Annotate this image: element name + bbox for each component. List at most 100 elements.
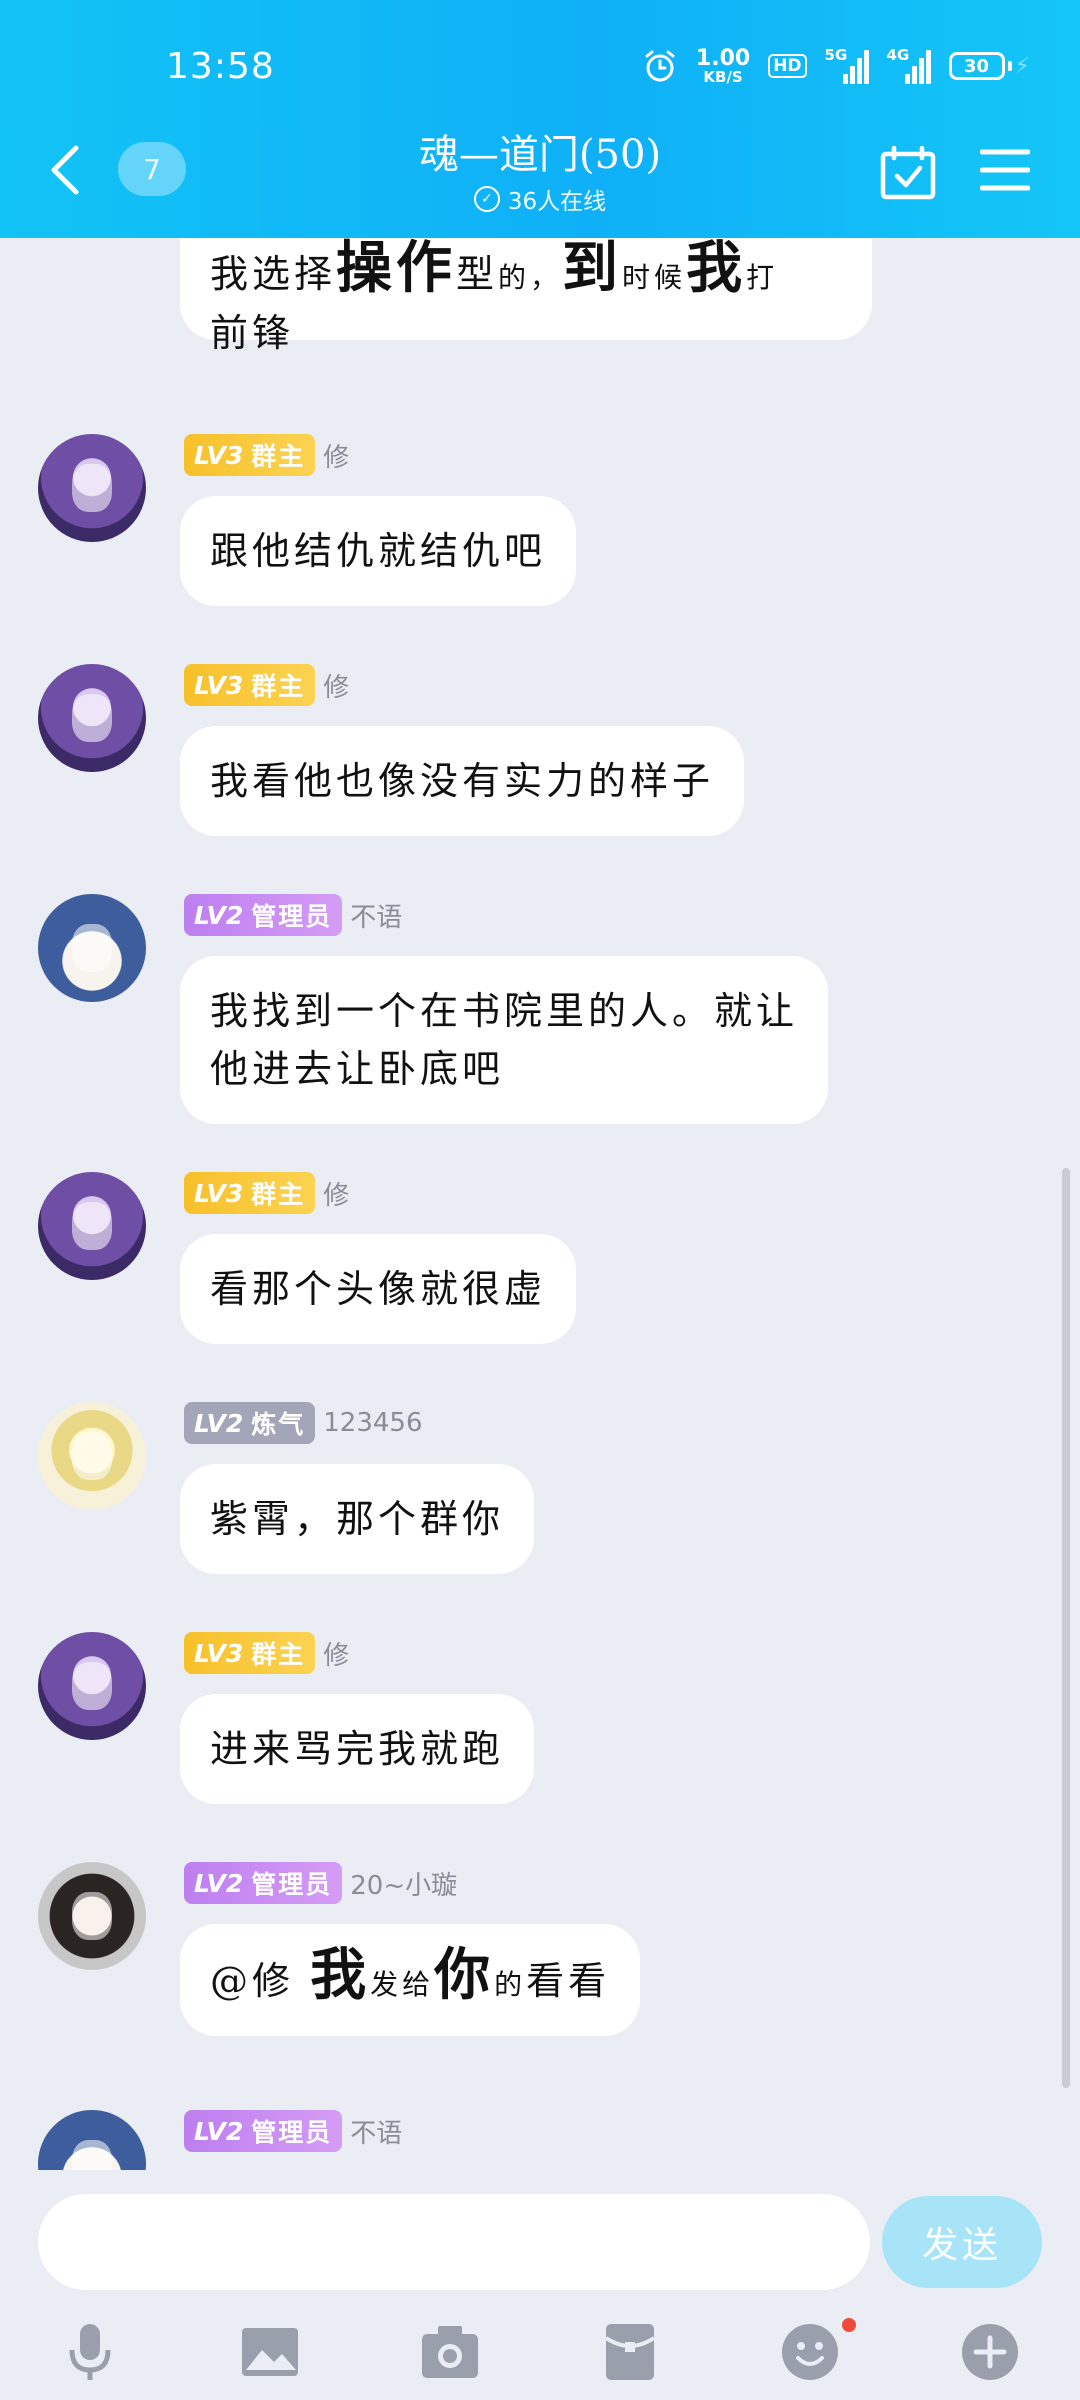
message-bubble[interactable]: 紫霄，那个群你 xyxy=(180,1464,535,1574)
status-time: 13:58 xyxy=(166,46,275,87)
sender-meta: LV2 管理员 不语 xyxy=(184,894,402,936)
avatar[interactable] xyxy=(38,664,146,772)
signal-5g-label: 5G xyxy=(824,46,848,64)
battery-icon: 30 ⚡ xyxy=(948,52,1030,80)
message-text-part: 时候 xyxy=(622,261,687,294)
level-text: LV2 xyxy=(194,900,244,930)
signal-4g-icon: 4G xyxy=(886,46,931,84)
message-text-part: 我选择 xyxy=(210,252,337,296)
avatar[interactable] xyxy=(38,1402,146,1510)
level-text: LV2 xyxy=(194,1408,244,1438)
avatar[interactable] xyxy=(38,1862,146,1970)
role-text: 管理员 xyxy=(251,2118,333,2147)
message-text-part: 你 xyxy=(434,1942,495,2008)
role-text: 群主 xyxy=(251,442,306,471)
message-input[interactable] xyxy=(38,2194,870,2290)
level-text: LV3 xyxy=(194,670,244,700)
level-text: LV2 xyxy=(194,2116,244,2146)
net-speed: 1.00 KB/S xyxy=(696,47,750,85)
message-text-part: 发给 xyxy=(370,1968,435,2001)
role-text: 炼气 xyxy=(251,1410,306,1439)
calendar-check-icon[interactable] xyxy=(880,146,936,200)
level-badge: LV2 炼气 xyxy=(184,1402,316,1444)
sender-nickname[interactable]: 不语 xyxy=(350,897,402,934)
sender-nickname[interactable]: 20~小璇 xyxy=(350,1865,457,1902)
sender-meta: LV3 群主 修 xyxy=(184,1632,349,1674)
message-text-part: 打 xyxy=(746,261,779,294)
level-badge: LV2 管理员 xyxy=(184,2110,343,2152)
menu-icon[interactable] xyxy=(980,148,1030,192)
plus-icon[interactable] xyxy=(958,2320,1022,2384)
charging-icon: ⚡ xyxy=(1014,53,1030,79)
message-text-part: 我 xyxy=(310,1942,371,2008)
message-text-part: 的 xyxy=(494,1968,527,2001)
message-text-part: 看看 xyxy=(526,1959,611,2003)
role-text: 管理员 xyxy=(251,902,333,931)
microphone-icon[interactable] xyxy=(58,2320,122,2384)
role-text: 群主 xyxy=(251,1180,306,1209)
signal-4g-label: 4G xyxy=(886,46,910,64)
message-list[interactable]: 我选择操作型的，到时候我打 前锋 LV3 群主 修 跟他结仇就结仇吧 LV3 群主 … xyxy=(0,238,1080,2170)
avatar[interactable] xyxy=(38,2110,146,2170)
notification-dot xyxy=(842,2318,856,2332)
avatar[interactable] xyxy=(38,894,146,1002)
level-badge: LV3 群主 xyxy=(184,1632,316,1674)
avatar[interactable] xyxy=(38,434,146,542)
sender-nickname[interactable]: 修 xyxy=(323,437,349,474)
chat-header: 13:58 1.00 KB/S HD 5G 4G 30 ⚡ 7 魂—道门(50) xyxy=(0,0,1080,238)
sender-nickname[interactable]: 修 xyxy=(323,1175,349,1212)
scrollbar[interactable] xyxy=(1062,1168,1070,2088)
mention-text[interactable]: @修 xyxy=(210,1959,310,2003)
level-badge: LV3 群主 xyxy=(184,434,316,476)
sender-meta: LV3 群主 修 xyxy=(184,664,349,706)
message-text-part: 到 xyxy=(562,238,623,301)
sender-nickname[interactable]: 修 xyxy=(323,667,349,704)
sender-meta: LV3 群主 修 xyxy=(184,1172,349,1214)
message-text-part: 前锋 xyxy=(210,311,295,355)
message-bubble[interactable]: 跟他结仇就结仇吧 xyxy=(180,496,577,606)
input-area: 发送 xyxy=(0,2170,1080,2400)
role-text: 管理员 xyxy=(251,1870,333,1899)
level-text: LV3 xyxy=(194,1638,244,1668)
message-bubble[interactable]: 进来骂完我就跑 xyxy=(180,1694,535,1804)
sender-nickname[interactable]: 123456 xyxy=(323,1408,422,1438)
avatar[interactable] xyxy=(38,1632,146,1740)
emoji-icon[interactable] xyxy=(778,2320,842,2384)
message-text-line: 他进去让卧底吧 xyxy=(210,1047,505,1091)
message-bubble[interactable]: 看那个头像就很虚 xyxy=(180,1234,577,1344)
message-bubble[interactable]: 我看他也像没有实力的样子 xyxy=(180,726,745,836)
role-text: 群主 xyxy=(251,1640,306,1669)
hd-icon: HD xyxy=(768,53,807,79)
status-icons: 1.00 KB/S HD 5G 4G 30 ⚡ xyxy=(642,44,1030,88)
camera-icon[interactable] xyxy=(418,2320,482,2384)
online-check-icon: ✓ xyxy=(473,186,500,212)
signal-5g-icon: 5G xyxy=(824,46,869,84)
message-bubble[interactable]: 我找到一个在书院里的人。就让 他进去让卧底吧 xyxy=(180,956,829,1124)
message-text-part: 我 xyxy=(686,238,747,301)
level-badge: LV2 管理员 xyxy=(184,1862,343,1904)
sender-nickname[interactable]: 不语 xyxy=(350,2113,402,2150)
role-text: 群主 xyxy=(251,672,306,701)
level-badge: LV2 管理员 xyxy=(184,894,343,936)
sender-meta: LV3 群主 修 xyxy=(184,434,349,476)
message-text-line: 我找到一个在书院里的人。就让 xyxy=(210,989,799,1033)
level-text: LV2 xyxy=(194,1868,244,1898)
alarm-icon xyxy=(645,50,675,82)
message-bubble[interactable]: 我选择操作型的，到时候我打 前锋 xyxy=(180,238,872,355)
battery-level: 30 xyxy=(948,52,1005,80)
sender-nickname[interactable]: 修 xyxy=(323,1635,349,1672)
input-toolbar xyxy=(0,2320,1080,2390)
online-count: 36人在线 xyxy=(507,189,607,215)
red-packet-icon[interactable] xyxy=(598,2320,662,2384)
sender-meta: LV2 炼气 123456 xyxy=(184,1402,423,1444)
message-text-part: 型 xyxy=(456,252,499,296)
image-icon[interactable] xyxy=(238,2320,302,2384)
sender-meta: LV2 管理员 不语 xyxy=(184,2110,402,2152)
send-button[interactable]: 发送 xyxy=(882,2196,1042,2288)
level-badge: LV3 群主 xyxy=(184,664,316,706)
message-bubble[interactable]: @修 我发给你的看看 xyxy=(180,1924,641,2036)
level-text: LV3 xyxy=(194,440,244,470)
avatar[interactable] xyxy=(38,1172,146,1280)
level-badge: LV3 群主 xyxy=(184,1172,316,1214)
sender-meta: LV2 管理员 20~小璇 xyxy=(184,1862,457,1904)
